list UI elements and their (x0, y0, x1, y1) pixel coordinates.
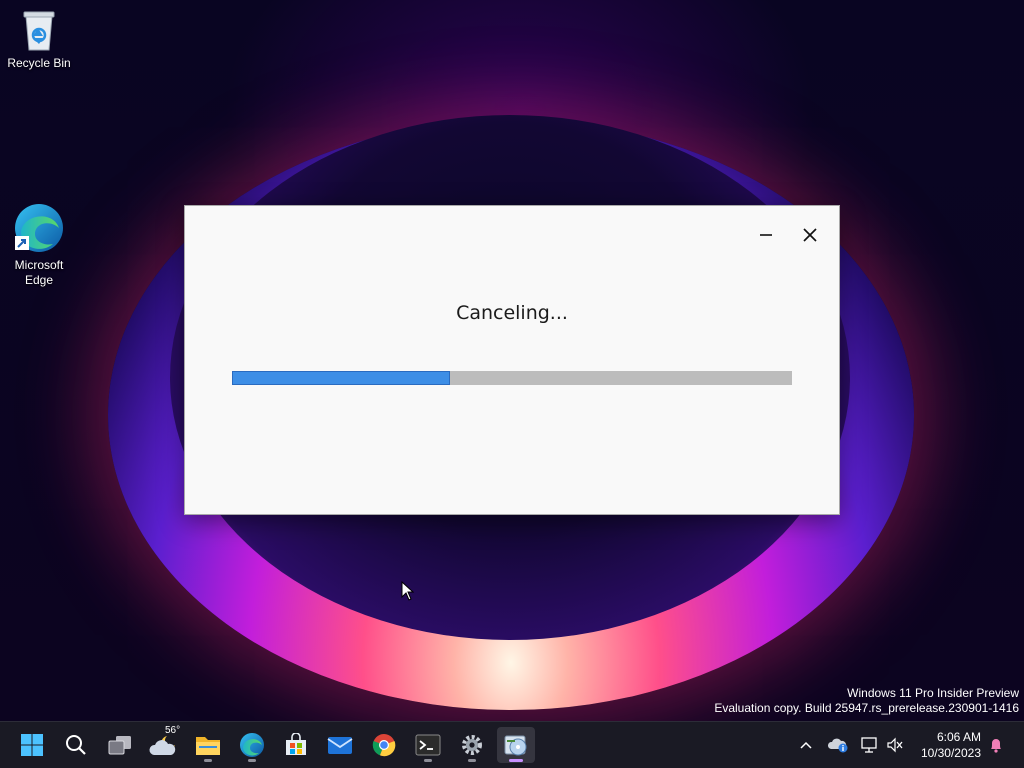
task-view-button[interactable] (101, 727, 139, 763)
watermark-build: Evaluation copy. Build 25947.rs_prerelea… (714, 701, 1019, 715)
bell-icon (991, 739, 1001, 753)
minimize-icon (760, 234, 772, 236)
windows-logo-icon (21, 734, 43, 756)
edge-taskbar-button[interactable] (233, 727, 271, 763)
notifications-button[interactable] (986, 722, 1006, 768)
show-hidden-icons-button[interactable] (796, 722, 816, 768)
terminal-button[interactable] (409, 727, 447, 763)
gear-icon (462, 735, 482, 755)
task-view-icon (108, 736, 131, 755)
recycle-bin-icon (23, 11, 55, 51)
cancel-progress-dialog: Canceling... (184, 205, 840, 515)
edge-shortcut-icon (15, 204, 63, 252)
installer-button[interactable] (497, 727, 535, 763)
chevron-up-icon (800, 741, 812, 749)
mouse-cursor-icon (401, 581, 415, 601)
search-icon (66, 735, 86, 755)
clock-time: 6:06 AM (936, 730, 981, 744)
mail-button[interactable] (321, 727, 359, 763)
edge-icon (240, 733, 264, 757)
weather-temperature: 56° (165, 725, 181, 736)
volume-muted-icon (887, 737, 903, 753)
running-indicator (204, 759, 212, 762)
status-text: Canceling... (456, 302, 568, 324)
store-bag-icon (286, 733, 306, 755)
settings-button[interactable] (453, 727, 491, 763)
chrome-icon (372, 734, 396, 757)
edge-shortcut[interactable]: Microsoft Edge (1, 202, 77, 288)
close-icon (803, 228, 817, 242)
clock-date: 10/30/2023 (920, 746, 981, 760)
running-indicator (248, 759, 256, 762)
mail-icon (327, 737, 353, 754)
active-indicator (509, 759, 523, 762)
build-watermark: Windows 11 Pro Insider Preview Evaluatio… (714, 686, 1019, 716)
start-button[interactable] (13, 727, 51, 763)
running-indicator (424, 759, 432, 762)
progress-bar-fill (232, 371, 451, 385)
progress-bar (232, 371, 792, 385)
recycle-bin-shortcut[interactable]: Recycle Bin (1, 8, 77, 71)
file-explorer-button[interactable] (189, 727, 227, 763)
chrome-button[interactable] (365, 727, 403, 763)
close-button[interactable] (793, 220, 827, 250)
network-button[interactable] (858, 722, 880, 768)
recycle-bin-label: Recycle Bin (7, 56, 71, 70)
setup-disc-icon (504, 735, 527, 756)
cloud-info-icon (828, 738, 848, 753)
weather-cloud-moon-icon (149, 736, 176, 755)
taskbar: 56° 6:06 AM 10/30/2023 (0, 721, 1024, 768)
clock-button[interactable]: 6:06 AM 10/30/2023 (921, 729, 981, 761)
volume-button[interactable] (884, 722, 906, 768)
microsoft-store-button[interactable] (277, 727, 315, 763)
watermark-edition: Windows 11 Pro Insider Preview (847, 686, 1019, 700)
edge-shortcut-label: Microsoft Edge (14, 258, 64, 287)
running-indicator (468, 759, 476, 762)
search-button[interactable] (57, 727, 95, 763)
network-icon (861, 737, 877, 753)
minimize-button[interactable] (749, 220, 783, 250)
onedrive-status-button[interactable] (826, 722, 850, 768)
folder-icon (196, 737, 220, 755)
terminal-icon (415, 734, 441, 756)
